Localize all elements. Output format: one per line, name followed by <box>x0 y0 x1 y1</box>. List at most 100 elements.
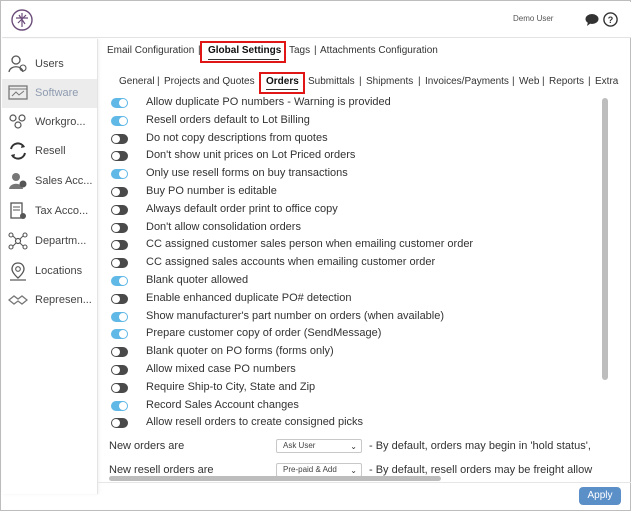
software-icon <box>8 85 28 100</box>
chat-icon[interactable] <box>585 13 599 26</box>
toggle-switch[interactable] <box>111 365 128 375</box>
setting-label: Buy PO number is editable <box>146 185 277 197</box>
tab-email-configuration[interactable]: Email Configuration <box>107 45 194 56</box>
user-icon <box>8 55 27 73</box>
tab-separator: | <box>418 76 421 87</box>
help-icon[interactable]: ? <box>603 12 618 27</box>
sidebar-item-resell[interactable]: Resell <box>2 137 97 166</box>
tab-separator: | <box>157 76 160 87</box>
tab-separator: | <box>588 76 591 87</box>
select-value: Pre-paid & Add <box>283 465 337 474</box>
sidebar-item-label: Tax Acco... <box>35 205 89 217</box>
toggle-switch[interactable] <box>111 151 128 162</box>
user-name[interactable]: Demo User <box>513 14 553 23</box>
vertical-scrollbar[interactable] <box>602 98 608 380</box>
toggle-switch[interactable] <box>111 418 128 429</box>
department-icon <box>8 232 28 250</box>
setting-label: Record Sales Account changes <box>146 398 299 411</box>
sales-account-icon <box>9 173 27 189</box>
toggle-switch[interactable] <box>111 115 128 126</box>
chevron-down-icon: ⌄ <box>350 442 357 451</box>
new-orders-label: New orders are <box>109 440 185 452</box>
sidebar-item-label: Software <box>35 87 79 99</box>
setting-label: Blank quoter on PO forms (forms only) <box>146 345 334 358</box>
app-logo[interactable] <box>11 9 33 31</box>
toggle-switch[interactable] <box>111 222 128 233</box>
tab-submittals[interactable]: Submittals <box>308 76 355 87</box>
toggle-switch[interactable] <box>111 276 128 286</box>
select-value: Ask User <box>283 441 316 450</box>
toggle-switch[interactable] <box>111 204 128 215</box>
sidebar-item-departments[interactable]: Departm... <box>2 227 97 256</box>
setting-row: Do not copy descriptions from quotes <box>111 132 601 150</box>
setting-row: Record Sales Account changes <box>111 399 601 417</box>
toggle-switch[interactable] <box>111 382 128 393</box>
setting-label: Allow resell orders to create consigned … <box>146 416 364 429</box>
tab-projects-and-quotes[interactable]: Projects and Quotes <box>164 76 255 87</box>
new-resell-orders-select[interactable]: Pre-paid & Add ⌄ <box>276 463 362 477</box>
apply-button[interactable]: Apply <box>579 487 621 505</box>
setting-label: Blank quoter allowed <box>146 274 249 286</box>
setting-row: Allow duplicate PO numbers - Warning is … <box>111 96 601 114</box>
setting-label: CC assigned sales accounts when emailing… <box>146 256 436 269</box>
toggle-switch[interactable] <box>111 400 128 411</box>
setting-row: Prepare customer copy of order (SendMess… <box>111 327 601 345</box>
tab-separator: | <box>314 45 317 56</box>
setting-row: Don't allow consolidation orders <box>111 221 601 239</box>
highlight-orders <box>259 72 305 94</box>
top-bar: Demo User ? <box>2 2 631 38</box>
tab-general[interactable]: General <box>119 76 155 87</box>
setting-label: CC assigned customer sales person when e… <box>146 238 474 251</box>
footer-divider <box>98 482 631 483</box>
toggle-switch[interactable] <box>111 258 128 269</box>
tab-attachments-configuration[interactable]: Attachments Configuration <box>320 45 438 56</box>
sidebar: Users Software Workgro... Resell Sales A… <box>2 39 98 494</box>
setting-row: Always default order print to office cop… <box>111 203 601 221</box>
sidebar-item-representatives[interactable]: Represen... <box>2 286 97 315</box>
toggle-switch[interactable] <box>111 133 128 144</box>
sidebar-item-tax-accounts[interactable]: Tax Acco... <box>2 197 97 226</box>
sidebar-item-label: Represen... <box>35 294 92 306</box>
toggle-switch[interactable] <box>111 329 128 340</box>
tab-web[interactable]: Web <box>519 76 539 87</box>
sidebar-item-sales-accounts[interactable]: Sales Acc... <box>2 167 97 196</box>
setting-row: Only use resell forms on buy transaction… <box>111 167 601 185</box>
workgroup-icon <box>9 114 26 129</box>
tab-reports[interactable]: Reports <box>549 76 584 87</box>
sidebar-item-users[interactable]: Users <box>2 50 97 79</box>
setting-row: Require Ship-to City, State and Zip <box>111 381 601 399</box>
setting-row: Resell orders default to Lot Billing <box>111 114 601 132</box>
setting-row: CC assigned sales accounts when emailing… <box>111 256 601 274</box>
horizontal-scrollbar[interactable] <box>109 476 441 481</box>
toggle-switch[interactable] <box>111 98 128 108</box>
setting-label: Don't show unit prices on Lot Priced ord… <box>146 149 356 162</box>
toggle-switch[interactable] <box>111 311 128 322</box>
sidebar-item-workgroups[interactable]: Workgro... <box>2 108 97 137</box>
tax-account-icon <box>10 202 26 219</box>
tab-extra[interactable]: Extra <box>595 76 618 87</box>
sidebar-item-label: Locations <box>35 265 83 277</box>
tab-invoices-payments[interactable]: Invoices/Payments <box>425 76 509 87</box>
toggle-switch[interactable] <box>111 347 128 358</box>
sidebar-item-software[interactable]: Software <box>2 79 97 108</box>
resell-icon <box>10 142 26 160</box>
toggle-switch[interactable] <box>111 169 128 180</box>
tab-tags[interactable]: Tags <box>289 45 310 56</box>
sidebar-item-label: Workgro... <box>35 116 86 128</box>
new-resell-orders-description: - By default, resell orders may be freig… <box>369 464 593 476</box>
setting-label: Allow mixed case PO numbers <box>146 363 296 375</box>
toggle-switch[interactable] <box>111 240 128 251</box>
setting-label: Always default order print to office cop… <box>146 202 338 215</box>
tab-shipments[interactable]: Shipments <box>366 76 413 87</box>
toggle-switch[interactable] <box>111 187 128 197</box>
setting-label: Allow duplicate PO numbers - Warning is … <box>146 96 391 108</box>
toggle-switch[interactable] <box>111 293 128 304</box>
setting-row: CC assigned customer sales person when e… <box>111 238 601 256</box>
tab-separator: | <box>512 76 515 87</box>
sidebar-item-locations[interactable]: Locations <box>2 257 97 286</box>
tab-separator: | <box>542 76 545 87</box>
setting-row: Show manufacturer's part number on order… <box>111 310 601 328</box>
new-orders-select[interactable]: Ask User ⌄ <box>276 439 362 453</box>
setting-label: Don't allow consolidation orders <box>146 220 301 233</box>
new-orders-description: - By default, orders may begin in 'hold … <box>369 440 591 452</box>
